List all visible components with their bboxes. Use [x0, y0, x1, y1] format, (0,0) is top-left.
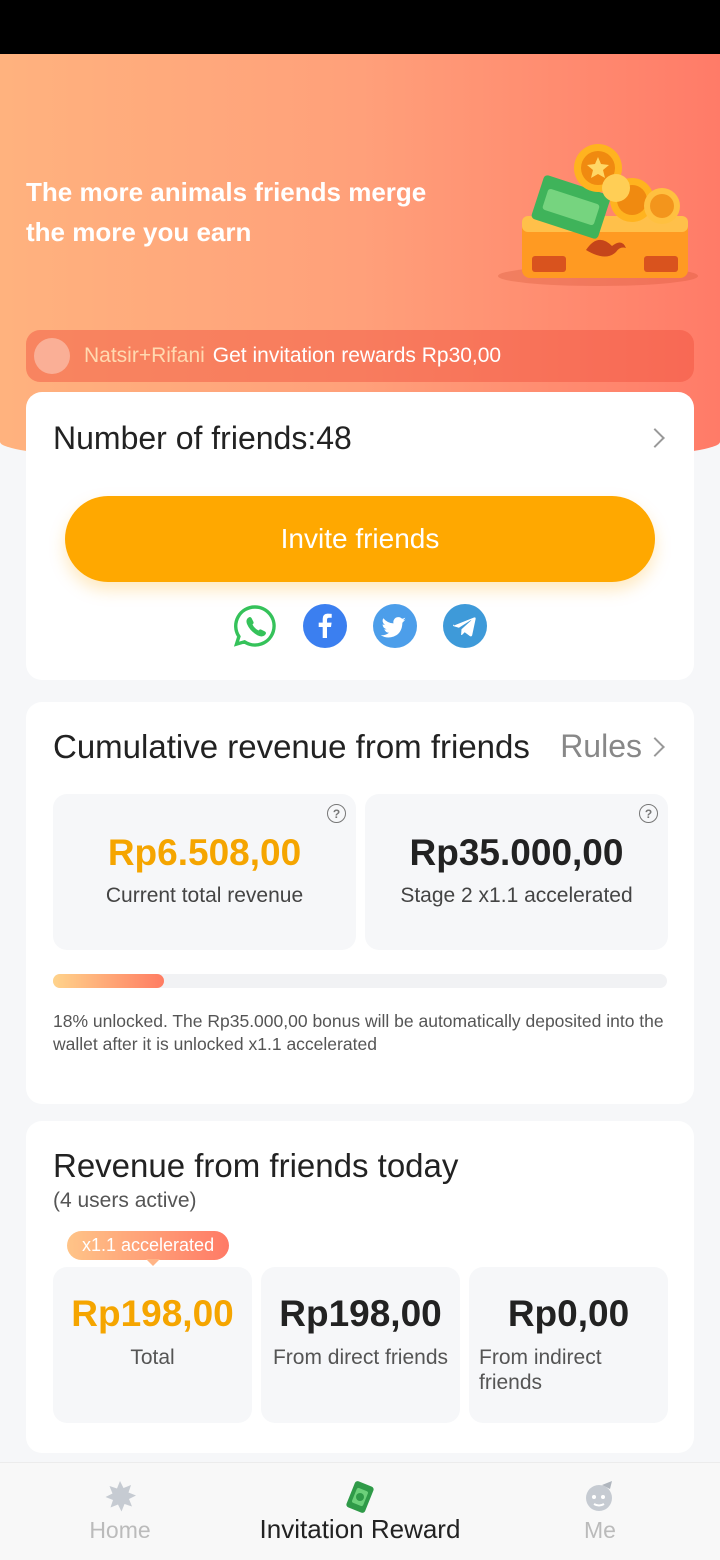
reward-ticker: Natsir+Rifani Get invitation rewards Rp3…	[26, 330, 694, 382]
ticker-message: Get invitation rewards Rp30,00	[212, 344, 502, 367]
unlock-progress-note: 18% unlocked. The Rp35.000,00 bonus will…	[53, 1011, 664, 1054]
home-icon	[105, 1481, 136, 1512]
avatar	[34, 338, 70, 374]
ticker-user-name: Natsir+Rifani	[84, 344, 205, 367]
today-total-label: Total	[130, 1346, 175, 1369]
accelerated-badge: x1.1 accelerated	[67, 1231, 230, 1260]
today-direct-value: Rp198,00	[279, 1293, 442, 1334]
current-revenue-label: Current total revenue	[105, 884, 304, 907]
hero-title-line-2: the more you earn	[26, 217, 252, 247]
hero-title-line-1: The more animals friends merge	[26, 177, 427, 207]
hero-title: The more animals friends merge the more …	[26, 172, 466, 252]
chevron-right-icon[interactable]	[645, 428, 665, 448]
facebook-icon[interactable]	[303, 604, 347, 648]
me-icon	[586, 1481, 612, 1511]
share-row	[233, 604, 487, 648]
help-icon[interactable]: ?	[639, 804, 658, 823]
friends-card: Number of friends:48 Invite friends	[26, 392, 694, 680]
tab-home[interactable]: Home	[70, 1463, 170, 1560]
today-total-box: Rp198,00 Total	[53, 1267, 252, 1423]
unlock-progress-fill	[53, 974, 164, 988]
invite-friends-button[interactable]: Invite friends	[65, 496, 655, 582]
today-indirect-box: Rp0,00 From indirect friends	[469, 1267, 668, 1423]
current-revenue-box: ? Rp6.508,00 Current total revenue	[53, 794, 356, 950]
cumulative-revenue-card: Cumulative revenue from friends Rules ? …	[26, 702, 694, 1104]
tab-home-label: Home	[89, 1517, 151, 1543]
unlock-progress-bar	[53, 974, 667, 988]
bottom-tab-bar: Home Invitation Reward Me	[0, 1462, 720, 1560]
today-indirect-label: From indirect friends	[479, 1346, 602, 1394]
today-direct-label: From direct friends	[272, 1346, 449, 1369]
rules-link[interactable]: Rules	[560, 728, 642, 765]
tab-me-label: Me	[584, 1517, 616, 1543]
twitter-icon[interactable]	[373, 604, 417, 648]
today-revenue-title: Revenue from friends today	[53, 1147, 459, 1184]
target-revenue-value: Rp35.000,00	[409, 832, 624, 873]
cumulative-revenue-title: Cumulative revenue from friends	[53, 728, 530, 765]
tab-me[interactable]: Me	[550, 1463, 650, 1560]
whatsapp-icon[interactable]	[233, 604, 277, 648]
today-revenue-card: Revenue from friends today (4 users acti…	[26, 1121, 694, 1453]
current-revenue-value: Rp6.508,00	[107, 832, 302, 873]
target-revenue-label: Stage 2 x1.1 accelerated	[400, 884, 633, 907]
badge-pointer	[146, 1259, 160, 1266]
help-icon[interactable]: ?	[327, 804, 346, 823]
today-total-value: Rp198,00	[71, 1293, 234, 1334]
money-icon	[346, 1481, 374, 1513]
today-indirect-value: Rp0,00	[507, 1293, 630, 1334]
treasure-chest-icon	[498, 144, 698, 286]
today-direct-box: Rp198,00 From direct friends	[261, 1267, 460, 1423]
telegram-icon[interactable]	[443, 604, 487, 648]
friends-count-link[interactable]: Number of friends:48	[53, 420, 352, 457]
status-bar	[0, 0, 720, 54]
active-users-count: (4 users active)	[53, 1189, 197, 1212]
tab-invitation-reward-label: Invitation Reward	[259, 1514, 461, 1544]
tab-invitation-reward[interactable]: Invitation Reward	[250, 1463, 470, 1560]
chevron-right-icon[interactable]	[645, 737, 665, 757]
target-revenue-box: ? Rp35.000,00 Stage 2 x1.1 accelerated	[365, 794, 668, 950]
